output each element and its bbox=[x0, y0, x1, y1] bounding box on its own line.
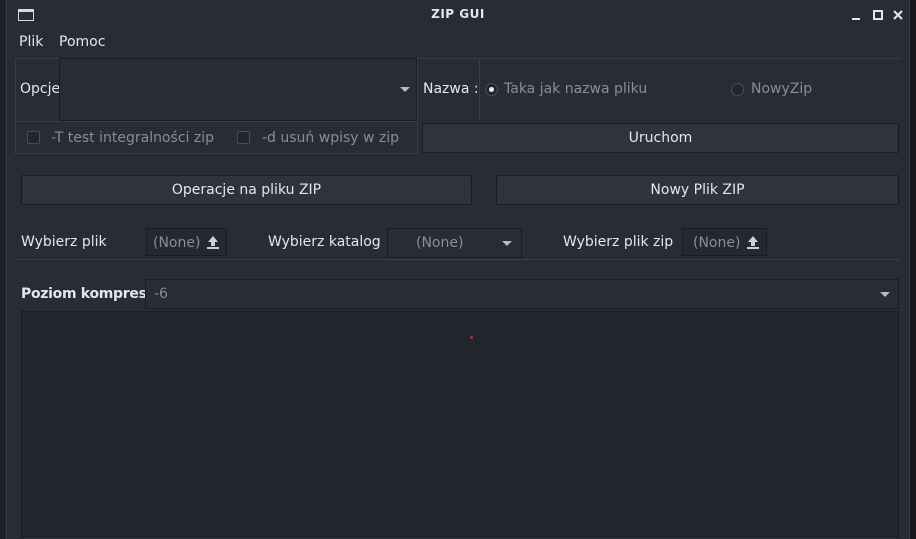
chevron-down-icon bbox=[502, 241, 512, 246]
close-icon[interactable] bbox=[891, 8, 905, 22]
divider bbox=[15, 121, 417, 122]
checkbox-delete-entries-label[interactable]: -d usuń wpisy w zip bbox=[262, 130, 399, 146]
zip-operations-button[interactable]: Operacje na pliku ZIP bbox=[21, 175, 472, 205]
run-button[interactable]: Uruchom bbox=[422, 123, 899, 153]
divider bbox=[15, 259, 901, 260]
choose-file-label: Wybierz plik bbox=[21, 234, 107, 250]
options-combo[interactable] bbox=[59, 58, 417, 121]
divider bbox=[15, 153, 417, 154]
output-text-area[interactable] bbox=[21, 311, 899, 537]
radio-same-name[interactable] bbox=[485, 83, 498, 96]
radio-new-zip-label[interactable]: NowyZip bbox=[751, 81, 812, 97]
minimize-icon[interactable] bbox=[849, 8, 863, 22]
compression-combo[interactable]: -6 bbox=[145, 279, 899, 309]
maximize-icon[interactable] bbox=[871, 8, 885, 22]
upload-icon bbox=[207, 236, 219, 249]
menu-help[interactable]: Pomoc bbox=[59, 34, 105, 50]
chevron-down-icon bbox=[400, 87, 410, 92]
name-label: Nazwa : bbox=[423, 81, 479, 97]
choose-zip-button[interactable]: (None) bbox=[682, 228, 767, 256]
titlebar: ZIP GUI bbox=[7, 0, 909, 30]
choose-file-button[interactable]: (None) bbox=[146, 228, 227, 256]
compression-label: Poziom kompresji bbox=[21, 286, 156, 302]
main-window: ZIP GUI Plik Pomoc Opcje Nazwa : Taka ja… bbox=[6, 0, 910, 539]
choose-directory-combo[interactable]: (None) bbox=[387, 228, 522, 258]
checkbox-test-integrity[interactable] bbox=[27, 131, 40, 144]
divider bbox=[15, 58, 16, 154]
checkbox-test-integrity-label[interactable]: -T test integralności zip bbox=[51, 130, 214, 146]
choose-zip-label: Wybierz plik zip bbox=[563, 234, 674, 250]
upload-icon bbox=[747, 236, 759, 249]
choose-file-value: (None) bbox=[153, 235, 201, 251]
window-title: ZIP GUI bbox=[431, 7, 485, 21]
checkbox-delete-entries[interactable] bbox=[237, 131, 250, 144]
radio-new-zip[interactable] bbox=[731, 83, 744, 96]
cursor-marker bbox=[470, 336, 473, 339]
compression-value: -6 bbox=[154, 286, 168, 302]
choose-directory-label: Wybierz katalog bbox=[268, 234, 381, 250]
menu-file[interactable]: Plik bbox=[19, 34, 43, 50]
divider bbox=[417, 58, 418, 154]
options-label: Opcje bbox=[20, 81, 61, 97]
menubar: Plik Pomoc bbox=[7, 30, 909, 54]
choose-directory-value: (None) bbox=[416, 235, 464, 251]
new-zip-button[interactable]: Nowy Plik ZIP bbox=[496, 175, 899, 205]
choose-zip-value: (None) bbox=[693, 235, 741, 251]
radio-same-name-label[interactable]: Taka jak nazwa pliku bbox=[504, 81, 647, 97]
divider bbox=[479, 58, 480, 121]
chevron-down-icon bbox=[880, 292, 890, 297]
